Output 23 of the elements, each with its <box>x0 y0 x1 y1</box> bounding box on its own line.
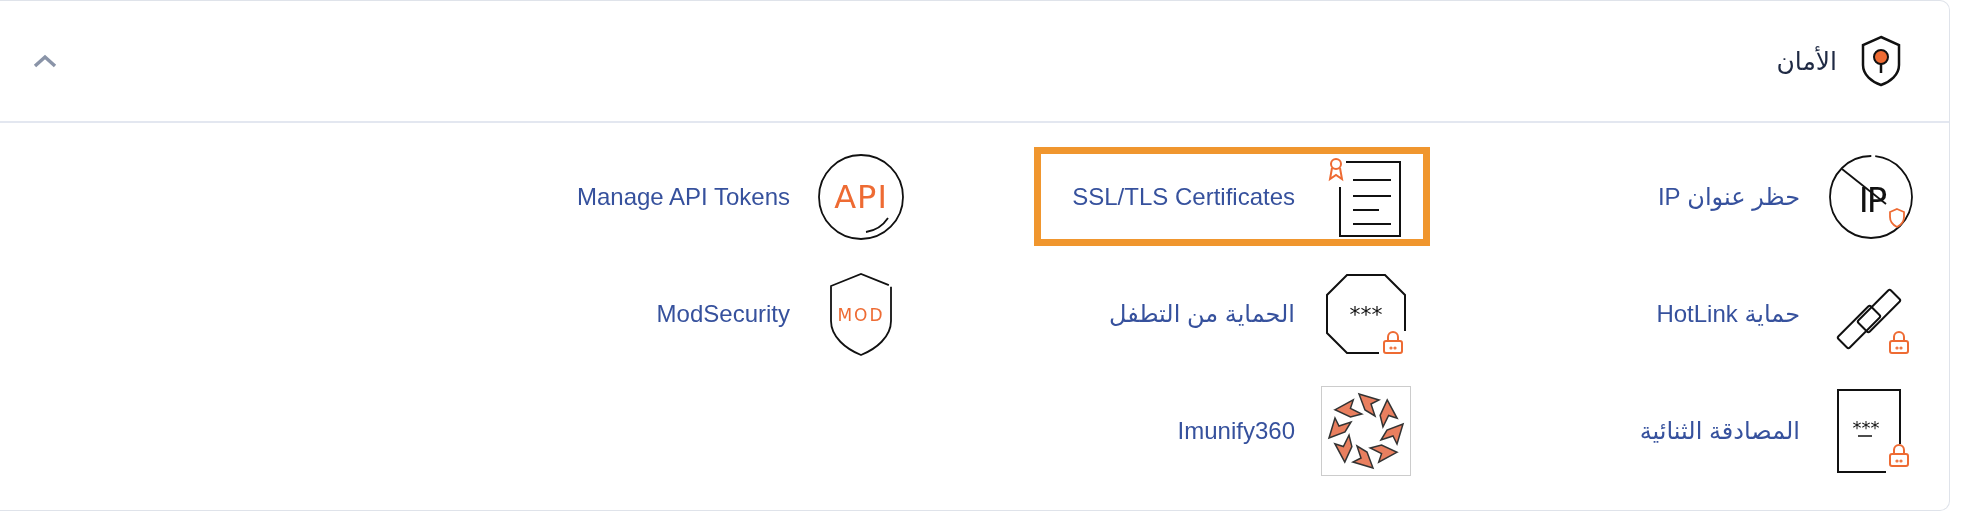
chevron-icon <box>32 53 58 69</box>
shield-icon <box>1859 35 1903 87</box>
two-factor-icon <box>1837 388 1909 473</box>
tool-link[interactable]: حماية HotLink <box>1656 299 1800 328</box>
icon-label: *** <box>1852 416 1880 438</box>
ip-block-icon <box>1829 154 1913 239</box>
tool-link[interactable]: SSL/TLS Certificates <box>1072 182 1295 211</box>
icon-label: *** <box>1349 301 1383 327</box>
tool-link[interactable]: الحماية من التطفل <box>1109 299 1295 328</box>
api-icon <box>818 153 904 240</box>
star-burst-icon <box>1321 385 1411 476</box>
tool-link[interactable]: ModSecurity <box>656 299 790 328</box>
certificate-icon <box>1328 157 1401 237</box>
shield-icon <box>830 272 892 356</box>
icon-label: MOD <box>837 304 885 325</box>
tool-link[interactable]: Manage API Tokens <box>576 182 790 211</box>
tool-link[interactable]: حظر عنوان IP <box>1657 182 1800 211</box>
password-icon <box>1326 273 1406 354</box>
section-title: الأمان <box>1776 46 1837 76</box>
chain-link-icon <box>1836 287 1909 354</box>
icon-label: API <box>834 177 888 216</box>
tool-link[interactable]: Imunify360 <box>1177 416 1295 445</box>
tool-link[interactable]: المصادقة الثنائية <box>1639 416 1800 445</box>
